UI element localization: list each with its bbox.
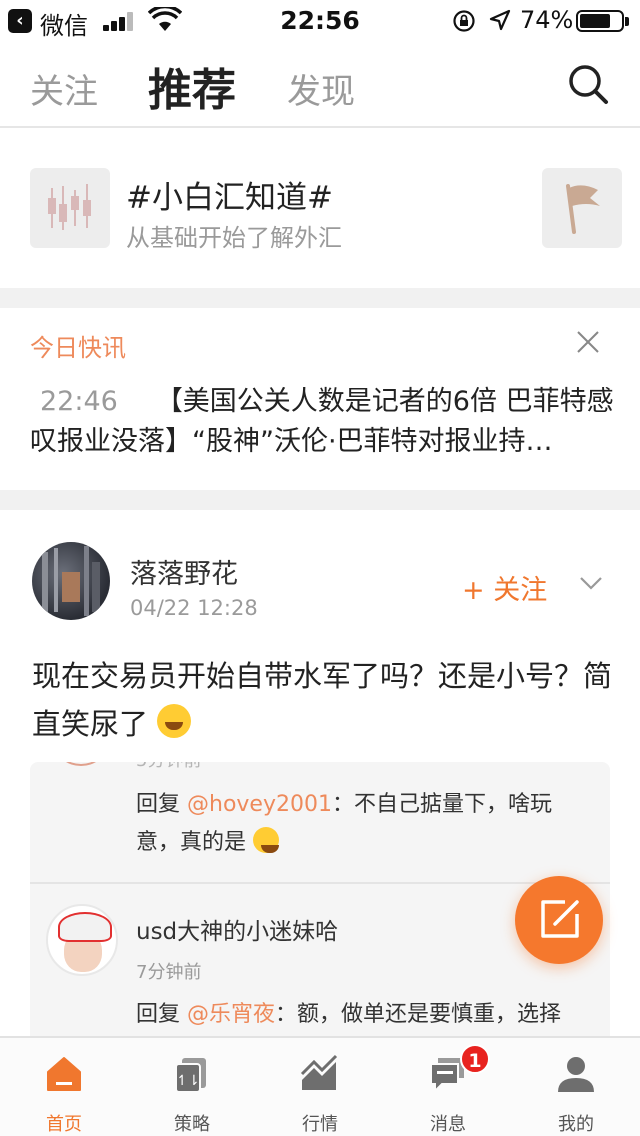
topic-card-thumb[interactable] bbox=[30, 168, 110, 248]
reply-mention: @乐宵夜 bbox=[187, 1002, 276, 1027]
tab-messages[interactable]: 1 消息 bbox=[384, 1038, 512, 1136]
home-icon bbox=[47, 1057, 81, 1091]
topic-subtitle: 从基础开始了解外汇 bbox=[126, 224, 342, 252]
unread-badge: 1 bbox=[460, 1044, 490, 1074]
smile-emoji bbox=[253, 827, 280, 853]
flash-news-label: 今日快讯 bbox=[30, 334, 126, 362]
tab-profile-label: 我的 bbox=[558, 1114, 594, 1135]
reply-prefix: 回复 bbox=[136, 792, 187, 817]
rotation-lock-icon bbox=[453, 10, 475, 32]
section-divider bbox=[0, 490, 640, 510]
tab-home[interactable]: 首页 bbox=[0, 1038, 128, 1136]
post-body: 现在交易员开始自带水军了吗？还是小号？简直笑尿了 bbox=[32, 659, 613, 741]
topic-title[interactable]: #小白汇知道# bbox=[126, 172, 333, 217]
follow-button[interactable]: + 关注 bbox=[462, 568, 547, 607]
tab-strategy-label: 策略 bbox=[174, 1114, 210, 1135]
topic-strip: #小白汇知道# 从基础开始了解外汇 bbox=[0, 130, 640, 288]
tab-market[interactable]: 行情 bbox=[256, 1038, 384, 1136]
quoted-time: 7分钟前 bbox=[136, 962, 202, 983]
tab-market-label: 行情 bbox=[302, 1114, 338, 1135]
profile-icon bbox=[558, 1057, 594, 1092]
battery-tip bbox=[625, 17, 629, 26]
location-icon bbox=[489, 9, 511, 31]
tab-home-label: 首页 bbox=[46, 1114, 82, 1135]
quoted-name: usd大神的小迷妹哈 bbox=[136, 919, 339, 945]
compose-icon bbox=[541, 900, 579, 938]
topic-card-thumb-2[interactable] bbox=[542, 168, 622, 248]
battery-fill bbox=[580, 14, 610, 28]
post-text[interactable]: 现在交易员开始自带水军了吗？还是小号？简直笑尿了 bbox=[32, 652, 612, 748]
close-icon[interactable] bbox=[574, 328, 602, 356]
flash-news-time: 22:46 bbox=[40, 386, 118, 417]
tab-messages-label: 消息 bbox=[430, 1114, 466, 1135]
quoted-avatar-cut bbox=[56, 762, 106, 766]
tab-recommend[interactable]: 推荐 bbox=[148, 54, 236, 118]
post-time: 04/22 12:28 bbox=[130, 596, 258, 620]
chevron-down-icon[interactable] bbox=[578, 574, 604, 592]
reply-text: ：额，做单还是要慎重，选择 bbox=[275, 1002, 562, 1027]
flag-icon bbox=[566, 184, 600, 234]
tears-of-joy-emoji bbox=[157, 704, 192, 738]
market-chart-icon bbox=[300, 1054, 338, 1090]
quoted-reply-2: 回复 @乐宵夜：额，做单还是要慎重，选择 bbox=[136, 996, 586, 1034]
compose-button[interactable] bbox=[515, 876, 603, 964]
reply-prefix: 回复 bbox=[136, 1002, 187, 1027]
candlestick-icon bbox=[48, 184, 91, 230]
avatar-image bbox=[42, 546, 100, 616]
quoted-avatar bbox=[46, 904, 118, 976]
quoted-reply-1: 回复 @hovey2001：不自己掂量下，啥玩意，真的是 bbox=[136, 786, 586, 862]
status-bar: ‹ 微信 22:56 74% bbox=[0, 0, 640, 40]
top-tab-bar: 关注 推荐 发现 bbox=[0, 40, 640, 128]
tab-follow[interactable]: 关注 bbox=[30, 64, 98, 113]
bottom-tab-bar: 首页 ↿⇂ 策略 行情 1 消息 我的 bbox=[0, 1036, 640, 1136]
quoted-top-time: 5分钟前 bbox=[136, 762, 201, 772]
battery-icon bbox=[576, 10, 624, 32]
reply-mention: @hovey2001 bbox=[187, 792, 332, 817]
search-icon[interactable] bbox=[566, 62, 610, 106]
strategy-icon: ↿⇂ bbox=[175, 1058, 206, 1093]
tab-discover[interactable]: 发现 bbox=[287, 64, 355, 113]
battery-percent: 74% bbox=[520, 6, 574, 34]
author-avatar[interactable] bbox=[32, 542, 110, 620]
svg-text:↿⇂: ↿⇂ bbox=[176, 1073, 199, 1089]
flash-news-card[interactable]: 今日快讯 22:46 【美国公关人数是记者的6倍 巴菲特感叹报业没落】“股神”沃伦… bbox=[0, 308, 640, 490]
author-name[interactable]: 落落野花 bbox=[130, 552, 238, 591]
tab-strategy[interactable]: ↿⇂ 策略 bbox=[128, 1038, 256, 1136]
tab-profile[interactable]: 我的 bbox=[512, 1038, 640, 1136]
section-divider bbox=[0, 288, 640, 308]
flash-news-text[interactable]: 22:46 【美国公关人数是记者的6倍 巴菲特感叹报业没落】“股神”沃伦·巴菲特对… bbox=[30, 382, 615, 462]
